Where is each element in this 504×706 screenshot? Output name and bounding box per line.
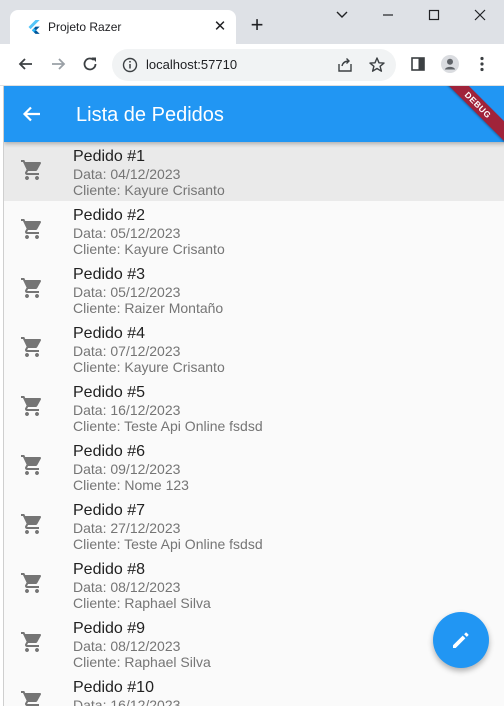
order-title: Pedido #8 bbox=[73, 561, 146, 578]
order-date: Data: 16/12/2023 bbox=[73, 697, 181, 706]
list-item[interactable]: Pedido #3 Data: 05/12/2023 Cliente: Raizer… bbox=[4, 260, 504, 319]
order-title: Pedido #10 bbox=[73, 679, 154, 696]
order-title: Pedido #2 bbox=[73, 207, 146, 224]
order-title: Pedido #7 bbox=[73, 502, 146, 519]
order-client: Cliente: Kayure Crisanto bbox=[73, 359, 225, 375]
order-client: Cliente: Raizer Montaño bbox=[73, 300, 224, 316]
address-bar[interactable]: localhost:57710 bbox=[112, 49, 396, 81]
info-icon[interactable] bbox=[122, 57, 138, 73]
list-item[interactable]: Pedido #8 Data: 08/12/2023 Cliente: Raphae… bbox=[4, 555, 504, 614]
order-client: Cliente: Teste Api Online fsdsd bbox=[73, 418, 263, 434]
profile-icon[interactable] bbox=[440, 54, 460, 74]
app-viewport: Lista de Pedidos DEBUG Pedido #1 Data: 04… bbox=[3, 86, 504, 706]
debug-banner: DEBUG bbox=[434, 86, 504, 149]
order-list: Pedido #1 Data: 04/12/2023 Cliente: Kayure… bbox=[4, 142, 504, 706]
plus-icon[interactable]: + bbox=[247, 14, 267, 36]
browser-tab[interactable]: Projeto Razer ✕ bbox=[10, 10, 236, 44]
order-title: Pedido #9 bbox=[73, 620, 146, 637]
tab-title: Projeto Razer bbox=[48, 20, 122, 34]
shopping-cart-icon bbox=[21, 514, 42, 534]
order-client: Cliente: Raphael Silva bbox=[73, 654, 211, 670]
order-date: Data: 27/12/2023 bbox=[73, 520, 181, 536]
list-item[interactable]: Pedido #1 Data: 04/12/2023 Cliente: Kayure… bbox=[4, 142, 504, 201]
minimize-icon[interactable] bbox=[376, 4, 400, 26]
order-title: Pedido #5 bbox=[73, 384, 146, 401]
shopping-cart-icon bbox=[21, 455, 42, 475]
shopping-cart-icon bbox=[21, 219, 42, 239]
page-title: Lista de Pedidos bbox=[76, 104, 224, 126]
url-text[interactable]: localhost:57710 bbox=[146, 57, 237, 73]
list-item[interactable]: Pedido #2 Data: 05/12/2023 Cliente: Kayure… bbox=[4, 201, 504, 260]
close-icon[interactable]: ✕ bbox=[212, 19, 228, 35]
shopping-cart-icon bbox=[21, 278, 42, 298]
edit-fab-button[interactable] bbox=[433, 612, 489, 668]
app-bar: Lista de Pedidos DEBUG bbox=[4, 86, 504, 149]
order-client: Cliente: Teste Api Online fsdsd bbox=[73, 536, 263, 552]
share-icon[interactable] bbox=[336, 56, 354, 74]
shopping-cart-icon bbox=[21, 573, 42, 593]
order-date: Data: 07/12/2023 bbox=[73, 343, 181, 359]
maximize-icon[interactable] bbox=[422, 4, 446, 26]
list-item[interactable]: Pedido #5 Data: 16/12/2023 Cliente: Teste … bbox=[4, 378, 504, 437]
order-title: Pedido #4 bbox=[73, 325, 146, 342]
shopping-cart-icon bbox=[21, 691, 42, 706]
chevron-down-icon[interactable] bbox=[330, 4, 354, 26]
browser-tab-strip: Projeto Razer ✕ + bbox=[0, 0, 504, 44]
list-item[interactable]: Pedido #7 Data: 27/12/2023 Cliente: Teste … bbox=[4, 496, 504, 555]
order-date: Data: 05/12/2023 bbox=[73, 284, 181, 300]
order-client: Cliente: Raphael Silva bbox=[73, 595, 211, 611]
window-close-icon[interactable] bbox=[468, 4, 492, 26]
flutter-logo-icon bbox=[28, 20, 40, 34]
order-client: Cliente: Kayure Crisanto bbox=[73, 182, 225, 198]
order-date: Data: 05/12/2023 bbox=[73, 225, 181, 241]
arrow-right-icon[interactable] bbox=[48, 54, 68, 74]
order-date: Data: 09/12/2023 bbox=[73, 461, 181, 477]
side-panel-icon[interactable] bbox=[408, 54, 428, 74]
list-item[interactable]: Pedido #6 Data: 09/12/2023 Cliente: Nome 1… bbox=[4, 437, 504, 496]
list-item[interactable]: Pedido #9 Data: 08/12/2023 Cliente: Raphae… bbox=[4, 614, 504, 673]
order-date: Data: 04/12/2023 bbox=[73, 166, 181, 182]
edit-pencil-icon bbox=[453, 632, 469, 648]
order-client: Cliente: Kayure Crisanto bbox=[73, 241, 225, 257]
order-title: Pedido #3 bbox=[73, 266, 146, 283]
shopping-cart-icon bbox=[21, 337, 42, 357]
reload-icon[interactable] bbox=[80, 54, 100, 74]
order-title: Pedido #6 bbox=[73, 443, 146, 460]
list-item[interactable]: Pedido #4 Data: 07/12/2023 Cliente: Kayure… bbox=[4, 319, 504, 378]
more-vert-icon[interactable] bbox=[472, 54, 492, 74]
star-icon[interactable] bbox=[368, 56, 386, 74]
order-date: Data: 16/12/2023 bbox=[73, 402, 181, 418]
shopping-cart-icon bbox=[21, 160, 42, 180]
order-date: Data: 08/12/2023 bbox=[73, 638, 181, 654]
browser-toolbar: localhost:57710 bbox=[0, 44, 504, 86]
order-title: Pedido #1 bbox=[73, 148, 146, 165]
shopping-cart-icon bbox=[21, 396, 42, 416]
order-date: Data: 08/12/2023 bbox=[73, 579, 181, 595]
list-item[interactable]: Pedido #10 Data: 16/12/2023 bbox=[4, 673, 504, 706]
shopping-cart-icon bbox=[21, 632, 42, 652]
arrow-left-icon[interactable] bbox=[20, 102, 44, 126]
order-client: Cliente: Nome 123 bbox=[73, 477, 189, 493]
arrow-left-icon[interactable] bbox=[16, 54, 36, 74]
